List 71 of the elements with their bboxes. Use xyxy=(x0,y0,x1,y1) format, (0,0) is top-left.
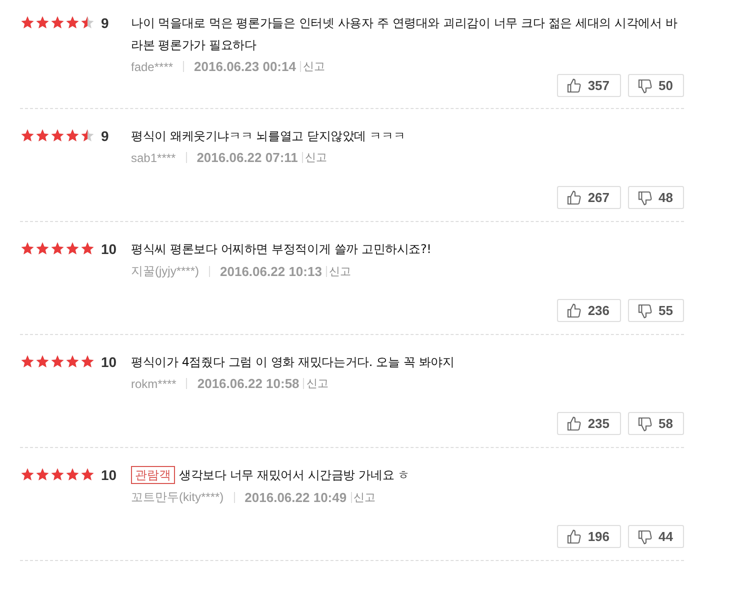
thumbs-up-icon xyxy=(566,528,582,544)
username: rokm**** xyxy=(131,376,176,390)
report-link[interactable]: 신고 xyxy=(304,150,327,165)
star-icon xyxy=(65,15,80,30)
thumbs-up-icon xyxy=(566,190,582,206)
rating-score: 9 xyxy=(101,15,109,31)
star-icon xyxy=(80,354,95,369)
review-text: 생각보다 너무 재밌어서 시간금방 가네요 ㅎ xyxy=(179,468,410,482)
star-icon xyxy=(50,15,65,30)
star-icon xyxy=(65,354,80,369)
like-button[interactable]: 196 xyxy=(556,525,621,548)
thumbs-up-icon xyxy=(566,302,582,318)
review-text: 평식이가 4점줬다 그럼 이 영화 재밌다는거다. 오늘 꼭 봐야지 xyxy=(131,355,454,369)
like-button[interactable]: 236 xyxy=(556,299,621,322)
report-link[interactable]: 신고 xyxy=(306,376,328,391)
audience-badge: 관람객 xyxy=(131,466,175,484)
dislike-button[interactable]: 48 xyxy=(628,186,684,209)
star-icon xyxy=(80,467,95,482)
star-icon xyxy=(35,467,50,482)
like-button[interactable]: 357 xyxy=(556,74,621,97)
thumbs-up-icon xyxy=(566,416,582,432)
thumbs-down-icon xyxy=(636,302,653,318)
star-icon xyxy=(35,241,50,256)
dislike-button[interactable]: 58 xyxy=(628,412,684,435)
star-icon xyxy=(50,467,65,482)
thumbs-down-icon xyxy=(636,190,653,206)
star-icon xyxy=(65,128,80,143)
username: sab1**** xyxy=(131,150,176,164)
thumbs-down-icon xyxy=(636,528,653,544)
star-icon xyxy=(50,354,65,369)
star-icon xyxy=(20,467,35,482)
like-button[interactable]: 267 xyxy=(556,186,621,209)
star-icon xyxy=(80,128,95,143)
star-icon xyxy=(35,15,50,30)
report-link[interactable]: 신고 xyxy=(354,490,376,505)
thumbs-down-icon xyxy=(636,78,653,94)
review-text: 평식씨 평론보다 어찌하면 부정적이게 쓸까 고민하시죠?! xyxy=(131,242,432,256)
star-icon xyxy=(65,241,80,256)
star-icon xyxy=(65,467,80,482)
like-button[interactable]: 235 xyxy=(556,412,621,435)
thumbs-down-icon xyxy=(636,416,653,432)
username: 지꿀(jyjy****) xyxy=(131,263,200,280)
review-date: 2016.06.23 00:14 xyxy=(194,59,296,74)
star-icon xyxy=(35,128,50,143)
rating-score: 10 xyxy=(101,241,117,257)
review-date: 2016.06.22 07:11 xyxy=(196,150,298,165)
dislike-button[interactable]: 55 xyxy=(628,299,684,322)
review-date: 2016.06.22 10:49 xyxy=(244,490,347,505)
star-icon xyxy=(20,241,35,256)
dislike-button[interactable]: 44 xyxy=(628,525,684,548)
star-icon xyxy=(80,15,95,30)
dislike-button[interactable]: 50 xyxy=(628,74,684,97)
review-text: 나이 먹을대로 먹은 평론가들은 인터넷 사용자 주 연령대와 괴리감이 너무 크다 젊은 세대의 시각에서 바라본 평론가가 필요하다 xyxy=(131,16,678,52)
star-icon xyxy=(80,241,95,256)
thumbs-up-icon xyxy=(566,78,582,94)
star-icon xyxy=(50,128,65,143)
star-icon xyxy=(20,15,35,30)
review-date: 2016.06.22 10:13 xyxy=(220,264,322,279)
report-link[interactable]: 신고 xyxy=(302,59,325,74)
username: 꼬트만두(kity****) xyxy=(131,489,224,506)
username: fade**** xyxy=(131,60,174,74)
star-icon xyxy=(20,128,35,143)
rating-score: 10 xyxy=(101,467,117,483)
review-text: 평식이 왜케웃기냐ㅋㅋ 뇌를열고 닫지않았데 ㅋㅋㅋ xyxy=(131,129,406,143)
report-link[interactable]: 신고 xyxy=(328,264,351,279)
star-icon xyxy=(35,354,50,369)
star-icon xyxy=(50,241,65,256)
review-date: 2016.06.22 10:58 xyxy=(197,376,300,391)
star-icon xyxy=(20,354,35,369)
rating-score: 9 xyxy=(101,128,109,144)
rating-score: 10 xyxy=(101,354,117,370)
